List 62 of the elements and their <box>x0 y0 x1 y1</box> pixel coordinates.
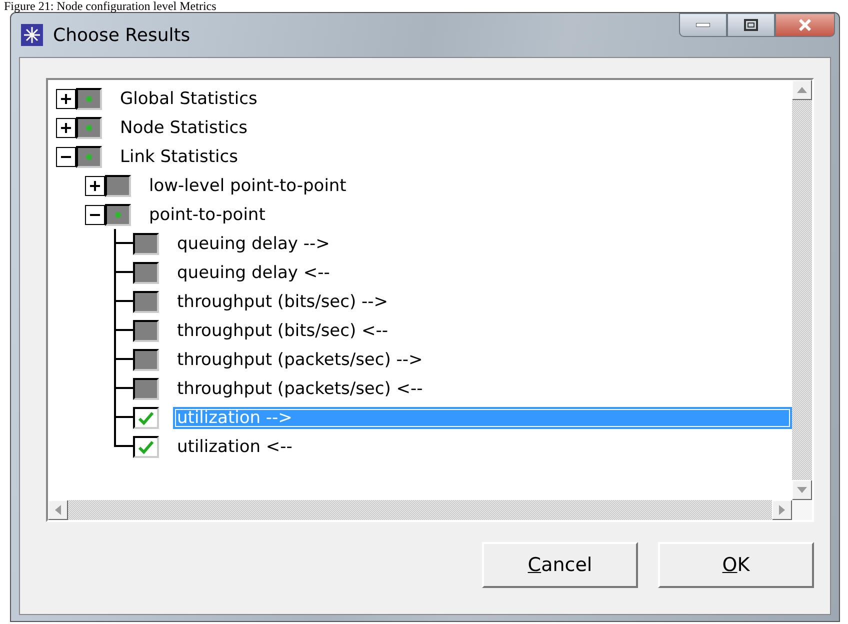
close-button[interactable] <box>775 13 835 37</box>
collapse-toggle[interactable] <box>56 146 76 166</box>
ok-button[interactable]: OK <box>658 542 814 588</box>
plus-icon <box>61 94 71 104</box>
arrow-left-icon <box>55 505 61 515</box>
dot-icon <box>86 154 92 160</box>
arrow-up-icon <box>797 87 807 93</box>
tree-item[interactable]: Link Statistics <box>116 146 242 168</box>
dot-icon <box>86 124 92 130</box>
arrow-right-icon <box>779 505 785 515</box>
scroll-up-button[interactable] <box>792 80 812 100</box>
checkbox[interactable] <box>76 88 102 110</box>
checkbox[interactable] <box>133 378 159 400</box>
tree-item[interactable]: utilization <-- <box>173 436 296 458</box>
dot-icon <box>115 212 121 218</box>
tree-item[interactable]: Node Statistics <box>116 116 252 138</box>
cancel-button[interactable]: Cancel <box>482 542 638 588</box>
scroll-left-button[interactable] <box>48 500 68 520</box>
minimize-button[interactable] <box>679 13 727 37</box>
tree-item[interactable]: point-to-point <box>145 204 270 226</box>
tree-item[interactable]: Global Statistics <box>116 88 262 110</box>
scroll-right-button[interactable] <box>772 500 792 520</box>
checkmark-icon <box>138 438 154 454</box>
tree-item[interactable]: throughput (packets/sec) --> <box>173 348 427 370</box>
checkmark-icon <box>138 410 154 426</box>
minus-icon <box>61 156 71 158</box>
tree-item[interactable]: throughput (packets/sec) <-- <box>173 378 427 400</box>
maximize-button[interactable] <box>727 13 775 37</box>
collapse-toggle[interactable] <box>85 204 105 224</box>
horizontal-scrollbar[interactable] <box>48 500 792 520</box>
checkbox[interactable] <box>133 348 159 370</box>
checkbox[interactable] <box>133 290 159 312</box>
tree-item[interactable]: low-level point-to-point <box>145 174 350 196</box>
checkbox[interactable] <box>105 204 131 226</box>
dot-icon <box>86 96 92 102</box>
close-icon <box>798 19 812 31</box>
plus-icon <box>61 122 71 132</box>
minus-icon <box>90 214 100 216</box>
expand-toggle[interactable] <box>56 88 76 108</box>
plus-icon <box>90 180 100 190</box>
figure-caption: Figure 21: Node configuration level Metrics <box>3 0 218 12</box>
expand-toggle[interactable] <box>56 118 76 138</box>
checkbox[interactable] <box>133 436 159 458</box>
checkbox[interactable] <box>133 406 159 428</box>
scroll-down-button[interactable] <box>792 480 812 500</box>
tree-item[interactable]: throughput (bits/sec) --> <box>173 290 392 312</box>
checkbox[interactable] <box>133 320 159 342</box>
star-icon <box>21 24 43 46</box>
tree-item[interactable]: throughput (bits/sec) <-- <box>173 320 392 342</box>
checkbox[interactable] <box>133 262 159 284</box>
arrow-down-icon <box>797 487 807 493</box>
checkbox[interactable] <box>105 174 131 196</box>
expand-toggle[interactable] <box>85 176 105 196</box>
window-title: Choose Results <box>53 24 190 46</box>
minimize-icon <box>696 23 710 27</box>
checkbox[interactable] <box>76 116 102 138</box>
checkbox[interactable] <box>133 232 159 254</box>
tree-item[interactable]: queuing delay --> <box>173 232 334 254</box>
checkbox[interactable] <box>76 146 102 168</box>
tree-item[interactable]: queuing delay <-- <box>173 262 334 284</box>
vertical-scrollbar[interactable] <box>792 80 812 500</box>
maximize-icon <box>744 19 758 31</box>
